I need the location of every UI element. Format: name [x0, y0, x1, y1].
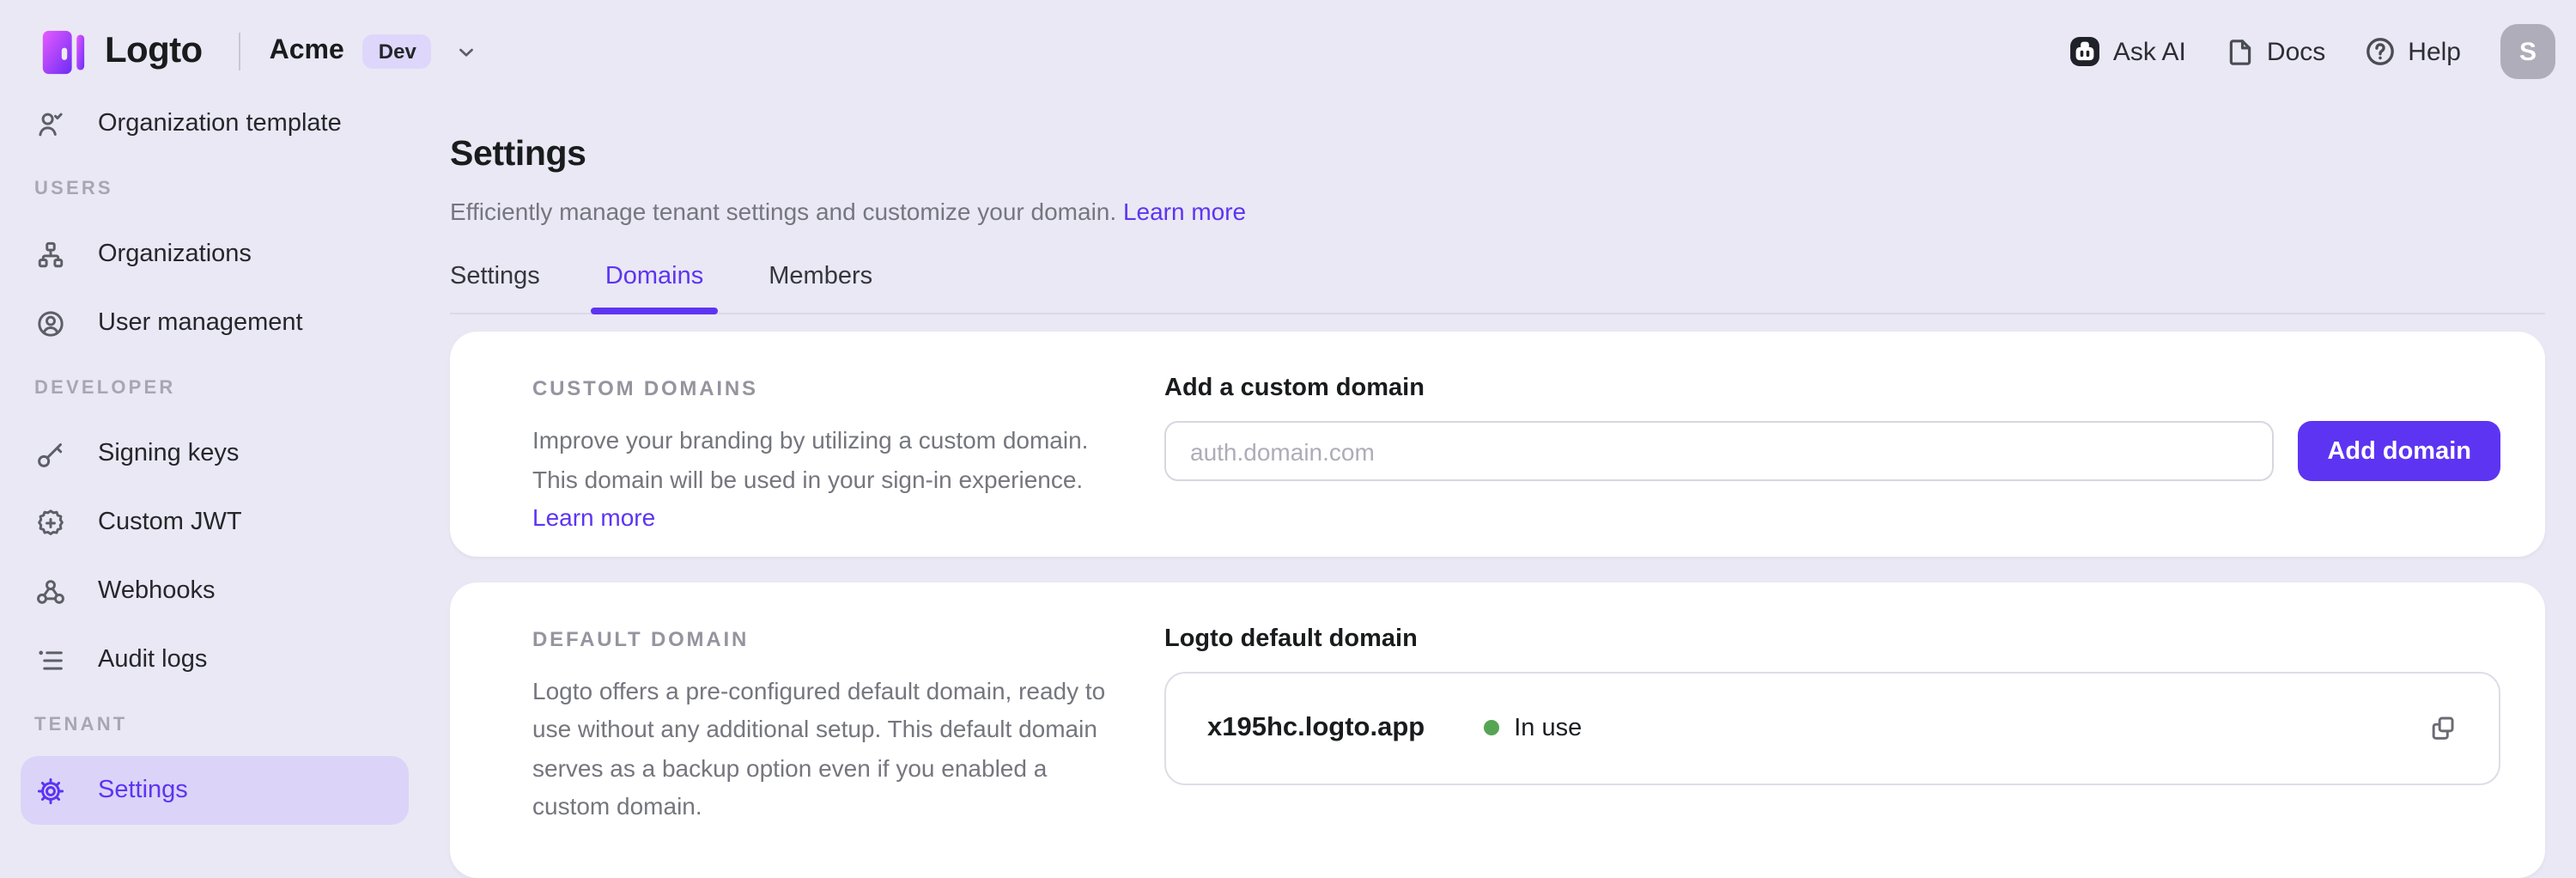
sidebar-item-label: Webhooks: [98, 577, 216, 605]
custom-domains-description-text: Improve your branding by utilizing a cus…: [532, 427, 1088, 493]
seal-plus-icon: [36, 508, 65, 537]
gear-icon: [36, 776, 65, 805]
status-label: In use: [1514, 715, 1582, 742]
tenant-env-badge: Dev: [363, 34, 432, 69]
sidebar-item-custom-jwt[interactable]: Custom JWT: [21, 488, 409, 557]
domain-status: In use: [1483, 715, 1582, 742]
sidebar-item-label: Custom JWT: [98, 509, 242, 536]
main-content: Settings Efficiently manage tenant setti…: [450, 0, 2545, 878]
sidebar-item-organization-template[interactable]: Organization template: [21, 89, 409, 158]
page-title: Settings: [450, 23, 2545, 174]
custom-domain-input[interactable]: [1164, 422, 2274, 482]
topbar-separator: [239, 33, 240, 70]
tab-domains[interactable]: Domains: [605, 264, 703, 314]
person-circle-icon: [36, 308, 65, 338]
org-chart-icon: [36, 240, 65, 269]
custom-domains-learn-more-link[interactable]: Learn more: [532, 504, 655, 532]
copy-domain-button[interactable]: [2428, 714, 2458, 743]
tab-members[interactable]: Members: [769, 264, 872, 314]
default-domain-row: x195hc.logto.app In use: [1164, 672, 2500, 785]
webhook-icon: [36, 576, 65, 606]
sidebar-item-audit-logs[interactable]: Audit logs: [21, 625, 409, 694]
sidebar-item-user-management[interactable]: User management: [21, 289, 409, 357]
person-check-icon: [36, 109, 65, 138]
add-domain-form: Add domain: [1164, 422, 2500, 482]
sidebar-section-tenant: TENANT: [21, 694, 409, 756]
sidebar-item-label: Settings: [98, 777, 188, 804]
add-custom-domain-label: Add a custom domain: [1164, 375, 2500, 403]
default-domain-info: DEFAULT DOMAIN Logto offers a pre-config…: [532, 624, 1164, 840]
custom-domains-card: CUSTOM DOMAINS Improve your branding by …: [450, 332, 2545, 558]
logto-default-domain-label: Logto default domain: [1164, 625, 2500, 653]
logto-logo-icon: [38, 27, 88, 76]
sidebar-item-label: Organization template: [98, 110, 342, 137]
tenant-name: Acme: [270, 36, 344, 67]
page-subtitle-text: Efficiently manage tenant settings and c…: [450, 198, 1116, 226]
sidebar-item-organizations[interactable]: Organizations: [21, 220, 409, 289]
key-icon: [36, 439, 65, 468]
tab-settings[interactable]: Settings: [450, 264, 540, 314]
custom-domains-overline: CUSTOM DOMAINS: [532, 377, 1116, 401]
default-domain-description: Logto offers a pre-configured default do…: [532, 672, 1113, 826]
brand-name: Logto: [105, 31, 203, 72]
custom-domains-description: Improve your branding by utilizing a cus…: [532, 422, 1113, 538]
page-subtitle: Efficiently manage tenant settings and c…: [450, 198, 2545, 226]
list-icon: [36, 645, 65, 674]
sidebar-item-label: Organizations: [98, 241, 252, 268]
default-domain-area: Logto default domain x195hc.logto.app In…: [1164, 624, 2500, 840]
add-domain-button[interactable]: Add domain: [2298, 422, 2500, 482]
status-dot: [1483, 721, 1498, 736]
sidebar-item-signing-keys[interactable]: Signing keys: [21, 419, 409, 488]
sidebar-item-label: User management: [98, 309, 303, 337]
sidebar-item-settings[interactable]: Settings: [21, 756, 409, 825]
tenant-selector[interactable]: Acme Dev: [270, 34, 478, 69]
custom-domains-form-area: Add a custom domain Add domain: [1164, 374, 2500, 520]
default-domain-card: DEFAULT DOMAIN Logto offers a pre-config…: [450, 582, 2545, 878]
default-domain-value: x195hc.logto.app: [1207, 713, 1425, 744]
sidebar-item-webhooks[interactable]: Webhooks: [21, 557, 409, 625]
sidebar-item-label: Signing keys: [98, 440, 239, 467]
custom-domains-info: CUSTOM DOMAINS Improve your branding by …: [532, 374, 1164, 520]
logto-brand[interactable]: Logto: [38, 27, 203, 76]
sidebar-section-developer: DEVELOPER: [21, 357, 409, 419]
sidebar: Organization template USERS Organization…: [0, 89, 429, 825]
app-window: Logto Acme Dev Ask: [0, 0, 2576, 859]
copy-icon: [2428, 714, 2458, 743]
subtitle-learn-more-link[interactable]: Learn more: [1123, 198, 1246, 226]
tab-bar: Settings Domains Members: [450, 264, 2545, 315]
sidebar-section-users: USERS: [21, 158, 409, 220]
sidebar-item-label: Audit logs: [98, 646, 207, 674]
default-domain-overline: DEFAULT DOMAIN: [532, 627, 1116, 651]
